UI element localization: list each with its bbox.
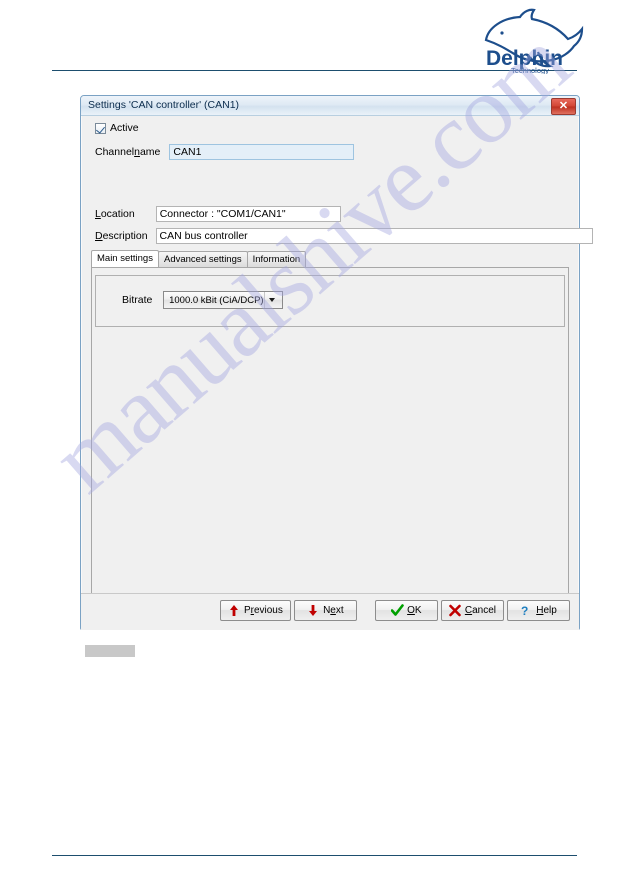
active-checkbox[interactable] bbox=[95, 122, 106, 134]
active-checkbox-row[interactable]: Active bbox=[95, 122, 139, 134]
cancel-button-label: Cancel bbox=[464, 605, 496, 616]
active-checkbox-label: Active bbox=[110, 122, 139, 134]
cross-icon bbox=[449, 604, 461, 617]
close-button[interactable]: ✕ bbox=[551, 98, 576, 115]
tab-information[interactable]: Information bbox=[246, 251, 307, 267]
dialog-title: Settings 'CAN controller' (CAN1) bbox=[88, 99, 240, 111]
help-button[interactable]: ? Help bbox=[507, 600, 570, 621]
check-icon bbox=[391, 604, 404, 617]
document-page: Delphin Technology Settings 'CAN control… bbox=[0, 0, 629, 893]
tab-main-settings[interactable]: Main settings bbox=[91, 250, 159, 267]
location-label: Location bbox=[95, 208, 135, 220]
previous-button-label: Previous bbox=[243, 605, 283, 616]
location-row: Location Connector : "COM1/CAN1" bbox=[95, 206, 341, 222]
settings-dialog: Settings 'CAN controller' (CAN1) ✕ Activ… bbox=[80, 95, 593, 630]
channelname-input[interactable]: CAN1 bbox=[169, 144, 355, 160]
main-settings-group: Bitrate 1000.0 kBit (CiA/DCP) bbox=[95, 275, 565, 327]
dialog-titlebar: Settings 'CAN controller' (CAN1) ✕ bbox=[81, 96, 579, 116]
dialog-button-bar: Previous Next OK Cancel ? Help bbox=[81, 593, 579, 630]
close-icon: ✕ bbox=[558, 100, 569, 112]
next-button[interactable]: Next bbox=[293, 600, 357, 621]
arrow-down-icon bbox=[307, 604, 319, 617]
next-button-label: Next bbox=[323, 605, 344, 616]
page-artifact-block bbox=[85, 645, 135, 657]
svg-text:?: ? bbox=[521, 604, 528, 617]
channelname-label: Channelname bbox=[95, 146, 161, 158]
previous-button[interactable]: Previous bbox=[219, 600, 291, 621]
description-input[interactable]: CAN bus controller bbox=[155, 228, 593, 244]
delphin-logo: Delphin Technology bbox=[478, 8, 590, 74]
description-label: Description bbox=[95, 230, 148, 242]
help-button-label: Help bbox=[536, 605, 557, 616]
footer-divider bbox=[52, 855, 577, 856]
tab-strip: Main settings Advanced settings Informat… bbox=[91, 250, 569, 268]
ok-button-label: OK bbox=[407, 605, 422, 616]
ok-button[interactable]: OK bbox=[374, 600, 438, 621]
dialog-buttons: Previous Next OK Cancel ? Help bbox=[219, 600, 570, 621]
channelname-row: Channelname CAN1 bbox=[95, 144, 355, 160]
tab-content-area: Bitrate 1000.0 kBit (CiA/DCP) bbox=[91, 267, 569, 594]
logo-tagline-text: Technology bbox=[511, 66, 549, 74]
bitrate-label: Bitrate bbox=[122, 294, 153, 306]
bitrate-select[interactable]: 1000.0 kBit (CiA/DCP) bbox=[163, 291, 284, 309]
chevron-down-icon[interactable] bbox=[264, 292, 279, 308]
button-spacer bbox=[360, 600, 372, 621]
location-input[interactable]: Connector : "COM1/CAN1" bbox=[155, 206, 341, 222]
description-row: Description CAN bus controller bbox=[95, 228, 593, 244]
cancel-button[interactable]: Cancel bbox=[440, 600, 504, 621]
arrow-up-icon bbox=[228, 604, 240, 617]
question-mark-icon: ? bbox=[520, 604, 532, 617]
tab-advanced-settings[interactable]: Advanced settings bbox=[157, 251, 248, 267]
bitrate-row: Bitrate 1000.0 kBit (CiA/DCP) bbox=[122, 291, 284, 309]
dialog-body: Active Channelname CAN1 Location Connect… bbox=[81, 116, 593, 630]
